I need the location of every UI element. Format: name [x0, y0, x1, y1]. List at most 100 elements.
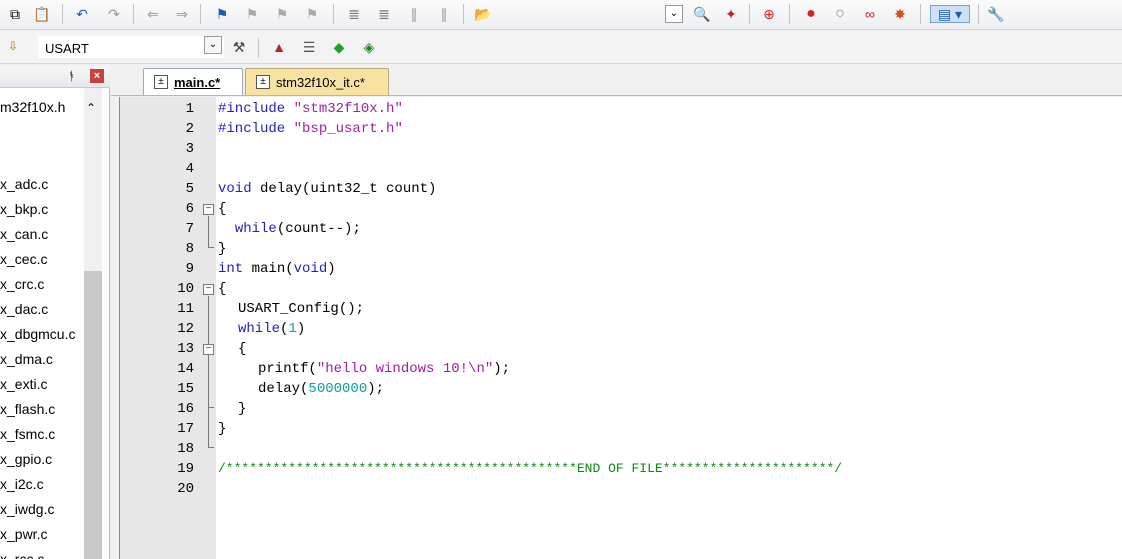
fold-guide	[208, 247, 214, 248]
code-line: while(1)	[238, 321, 305, 337]
tree-item-file[interactable]: x_dbgmcu.c	[0, 326, 75, 342]
toolbar-separator	[258, 38, 259, 58]
tree-item-file[interactable]: x_pwr.c	[0, 526, 47, 542]
scroll-up-icon[interactable]: ⌃	[86, 101, 96, 115]
tree-item-file[interactable]: x_flash.c	[0, 401, 55, 417]
line-number: 15	[177, 381, 194, 397]
target-select[interactable]: USART	[38, 36, 224, 58]
line-number: 1	[185, 101, 194, 117]
undo-icon[interactable]: ↶	[73, 5, 91, 23]
breakpoint-clear-icon[interactable]: ∞	[861, 5, 879, 23]
window-icon[interactable]: ▤ ▾	[930, 5, 970, 23]
nav-back-icon[interactable]: ⇐	[144, 5, 162, 23]
line-number: 20	[177, 481, 194, 497]
code-line: #include "stm32f10x.h"	[218, 101, 403, 117]
find-in-files-icon[interactable]: 🔍	[693, 5, 711, 23]
find-dropdown-icon[interactable]: ⌄	[665, 5, 683, 23]
file-icon: ±	[154, 75, 168, 89]
fold-toggle-icon[interactable]: −	[203, 204, 214, 215]
code-line: {	[218, 281, 227, 297]
code-line: #include "bsp_usart.h"	[218, 121, 403, 137]
code-token: );	[367, 381, 385, 397]
configure-icon[interactable]: 🔧	[987, 5, 1005, 23]
close-icon[interactable]: ×	[90, 69, 104, 83]
code-token: int	[218, 261, 244, 277]
tree-item-file[interactable]: x_cec.c	[0, 251, 47, 267]
code-line: }	[218, 421, 227, 437]
copy-icon[interactable]: ⧉	[6, 5, 24, 23]
tree-item-header-file[interactable]: m32f10x.h	[0, 99, 65, 115]
code-line: }	[238, 401, 247, 417]
code-line: delay(5000000);	[258, 381, 384, 397]
bookmark-clear-icon[interactable]: ⚑	[303, 5, 321, 23]
comment-icon[interactable]: ∥	[405, 5, 423, 23]
main-toolbar: ⧉ 📋 ↶ ↷ ⇐ ⇒ ⚑ ⚑ ⚑ ⚑ ≣ ≣ ∥ ∥ 📂 ⌄ 🔍 ✦ ⊕ ● …	[0, 0, 1122, 30]
code-token: );	[493, 361, 511, 377]
file-extensions-icon[interactable]: ☰	[300, 38, 318, 56]
breakpoint-kill-icon[interactable]: ✸	[891, 5, 909, 23]
fold-guide	[208, 296, 209, 447]
unindent-icon[interactable]: ≣	[375, 5, 393, 23]
toolbar-separator	[749, 4, 750, 24]
run-time-env-icon[interactable]: ◈	[360, 38, 378, 56]
project-scrollbar-thumb[interactable]	[84, 271, 102, 559]
tree-item-file[interactable]: x_fsmc.c	[0, 426, 55, 442]
tree-item-file[interactable]: x_rcc.c	[0, 551, 44, 559]
manage-components-icon[interactable]: ▲	[270, 38, 288, 56]
code-token: printf(	[258, 361, 317, 377]
fold-guide	[208, 407, 214, 408]
tree-item-file[interactable]: x_dma.c	[0, 351, 53, 367]
code-token: 1	[288, 321, 297, 337]
tree-item-file[interactable]: x_bkp.c	[0, 201, 48, 217]
line-number: 3	[185, 141, 194, 157]
open-folder-icon[interactable]: 📂	[474, 5, 492, 23]
toolbar-separator	[978, 4, 979, 24]
fold-toggle-icon[interactable]: −	[203, 344, 214, 355]
code-token: #include	[218, 121, 286, 137]
indent-icon[interactable]: ≣	[345, 5, 363, 23]
tree-item-file[interactable]: x_exti.c	[0, 376, 47, 392]
tree-item-file[interactable]: x_adc.c	[0, 176, 48, 192]
tree-item-file[interactable]: x_iwdg.c	[0, 501, 54, 517]
tab-stm32f10x-it-c[interactable]: ± stm32f10x_it.c*	[245, 68, 389, 95]
toolbar-separator	[62, 4, 63, 24]
toolbar-separator	[333, 4, 334, 24]
debug-icon[interactable]: ✦	[722, 5, 740, 23]
code-token: while	[234, 221, 277, 237]
toolbar-separator	[789, 4, 790, 24]
line-number: 18	[177, 441, 194, 457]
code-token: "hello windows 10!\n"	[316, 361, 494, 377]
target-select-value: USART	[45, 41, 89, 56]
tab-main-c[interactable]: ± main.c*	[143, 68, 243, 95]
fold-guide	[208, 216, 209, 247]
code-token: 5000000	[308, 381, 368, 397]
target-options-icon[interactable]: ⚒	[230, 38, 248, 56]
code-token: void	[293, 261, 328, 277]
tree-item-file[interactable]: x_can.c	[0, 226, 48, 242]
uncomment-icon[interactable]: ∥	[435, 5, 453, 23]
bookmark-icon[interactable]: ⚑	[213, 5, 231, 23]
chevron-down-icon[interactable]: ⌄	[204, 36, 222, 54]
bookmark-next-icon[interactable]: ⚑	[273, 5, 291, 23]
paste-icon[interactable]: 📋	[33, 5, 51, 23]
fold-toggle-icon[interactable]: −	[203, 284, 214, 295]
code-line: USART_Config();	[238, 301, 365, 317]
load-icon[interactable]: ⇩	[4, 37, 22, 55]
bookmark-prev-icon[interactable]: ⚑	[243, 5, 261, 23]
pack-installer-icon[interactable]: ◆	[330, 38, 348, 56]
tree-item-file[interactable]: x_crc.c	[0, 276, 44, 292]
code-token: delay(	[258, 381, 309, 397]
redo-icon[interactable]: ↷	[105, 5, 123, 23]
tree-item-file[interactable]: x_gpio.c	[0, 451, 52, 467]
code-editor[interactable]: 1 2 3 4 5 6 7 8 9 10 11 12 13 14 15 16 1…	[119, 97, 1122, 559]
code-token: )	[296, 321, 306, 337]
nav-forward-icon[interactable]: ⇒	[173, 5, 191, 23]
code-token: "bsp_usart.h"	[293, 121, 403, 137]
breakpoint-icon[interactable]: ●	[802, 5, 820, 23]
breakpoint-disable-icon[interactable]: ○	[831, 5, 849, 23]
build-toolbar: ⇩ USART ⌄ ⚒ ▲ ☰ ◆ ◈	[0, 32, 1122, 64]
start-debug-icon[interactable]: ⊕	[760, 5, 778, 23]
tree-item-file[interactable]: x_dac.c	[0, 301, 48, 317]
tree-item-file[interactable]: x_i2c.c	[0, 476, 44, 492]
pin-icon[interactable]: ᚬ	[68, 69, 75, 83]
